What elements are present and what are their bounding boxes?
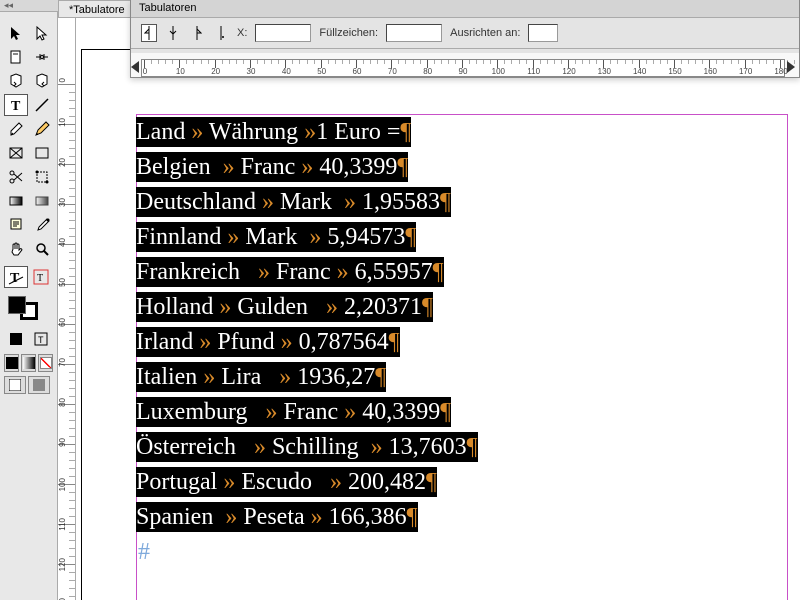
- content-placer-tool[interactable]: [30, 70, 54, 92]
- tools-palette: ◂◂ T T T T: [0, 0, 58, 600]
- pen-tool[interactable]: [4, 118, 28, 140]
- fill-input[interactable]: [386, 24, 442, 42]
- free-transform-tool[interactable]: [30, 166, 54, 188]
- formatting-affects-text-tool[interactable]: T: [30, 266, 54, 288]
- hand-tool[interactable]: [4, 238, 28, 260]
- gap-tool[interactable]: [30, 46, 54, 68]
- tab-align-right[interactable]: [189, 24, 205, 42]
- eyedropper-tool[interactable]: [30, 214, 54, 236]
- ruler-scroll-right-icon[interactable]: [787, 61, 795, 73]
- selection-tool[interactable]: [4, 22, 28, 44]
- text-segment[interactable]: Belgien » Franc » 40,3399¶: [136, 152, 408, 182]
- text-segment[interactable]: Holland » Gulden » 2,20371¶: [136, 292, 433, 322]
- line-tool[interactable]: [30, 94, 54, 116]
- text-segment[interactable]: Frankreich » Franc » 6,55957¶: [136, 257, 444, 287]
- tabs-ruler[interactable]: 0102030405060708090100110120130140150160…: [131, 49, 799, 77]
- text-segment[interactable]: Deutschland » Mark » 1,95583¶: [136, 187, 451, 217]
- rectangle-tool[interactable]: [30, 142, 54, 164]
- pasteboard[interactable]: Land » Währung »1 Euro =¶ Belgien » Franc…: [76, 18, 800, 600]
- tab-align-decimal[interactable]: [213, 24, 229, 42]
- gradient-swatch-tool[interactable]: [4, 190, 28, 212]
- text-segment[interactable]: Italien » Lira » 1936,27¶: [136, 362, 386, 392]
- fill-stroke-swatch[interactable]: [8, 296, 38, 320]
- text-frame[interactable]: Land » Währung »1 Euro =¶ Belgien » Franc…: [136, 115, 478, 570]
- apply-gradient[interactable]: [21, 354, 36, 372]
- end-of-story-marker: #: [136, 539, 150, 565]
- alignon-label: Ausrichten an:: [450, 27, 520, 39]
- svg-text:T: T: [38, 335, 44, 345]
- document-tab[interactable]: *Tabulatore: [58, 0, 136, 17]
- view-mode-preview[interactable]: [28, 376, 50, 394]
- text-segment[interactable]: Luxemburg » Franc » 40,3399¶: [136, 397, 451, 427]
- tab-align-center[interactable]: [165, 24, 181, 42]
- alignon-input[interactable]: [528, 24, 558, 42]
- rectangle-frame-tool[interactable]: [4, 142, 28, 164]
- type-tool[interactable]: T: [4, 94, 28, 116]
- tabs-panel-title[interactable]: Tabulatoren: [131, 0, 799, 18]
- page-tool[interactable]: [4, 46, 28, 68]
- view-mode-normal[interactable]: [4, 376, 26, 394]
- text-segment[interactable]: Finnland » Mark » 5,94573¶: [136, 222, 416, 252]
- zoom-tool[interactable]: [30, 238, 54, 260]
- note-tool[interactable]: [4, 214, 28, 236]
- text-segment[interactable]: Irland » Pfund » 0,787564¶: [136, 327, 400, 357]
- text-segment[interactable]: Österreich » Schilling » 13,7603¶: [136, 432, 478, 462]
- apply-fill[interactable]: [4, 354, 19, 372]
- x-input[interactable]: [255, 24, 311, 42]
- tab-align-left[interactable]: [141, 24, 157, 42]
- direct-selection-tool[interactable]: [30, 22, 54, 44]
- scissors-tool[interactable]: [4, 166, 28, 188]
- apply-none[interactable]: [38, 354, 53, 372]
- text-segment[interactable]: Land » Währung »1 Euro =¶: [136, 117, 411, 147]
- svg-text:T: T: [37, 273, 43, 284]
- fill-label: Füllzeichen:: [319, 27, 378, 39]
- palette-collapse[interactable]: ◂◂: [0, 0, 58, 12]
- gradient-feather-tool[interactable]: [30, 190, 54, 212]
- apply-color[interactable]: [4, 328, 28, 350]
- tabs-panel: Tabulatoren X: Füllzeichen: Ausrichten a…: [130, 0, 800, 78]
- pencil-tool[interactable]: [30, 118, 54, 140]
- svg-text:T: T: [11, 99, 21, 113]
- content-collector-tool[interactable]: [4, 70, 28, 92]
- vertical-ruler[interactable]: 0102030405060708090100110120130140150: [58, 18, 76, 600]
- format-text-indicator[interactable]: T: [30, 328, 54, 350]
- x-label: X:: [237, 27, 247, 39]
- text-segment[interactable]: Spanien » Peseta » 166,386¶: [136, 502, 418, 532]
- type-on-path-tool[interactable]: T: [4, 266, 28, 288]
- text-segment[interactable]: Portugal » Escudo » 200,482¶: [136, 467, 437, 497]
